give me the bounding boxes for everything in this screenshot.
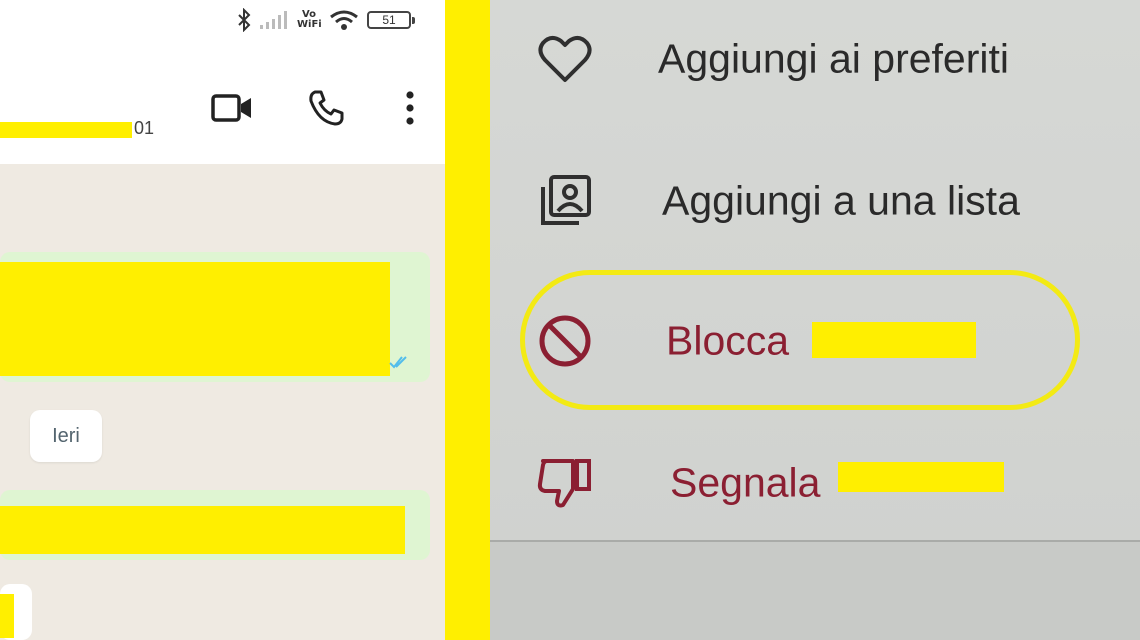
menu-item-add-to-list[interactable]: Aggiungi a una lista <box>490 146 1140 256</box>
contact-name-redaction-2 <box>838 462 1004 492</box>
heart-icon <box>530 24 600 94</box>
menu-item-label: Aggiungi ai preferiti <box>658 35 1009 82</box>
status-icons: Vo WiFi 51 <box>237 8 415 32</box>
more-options-button[interactable] <box>388 88 432 132</box>
read-tick-icon <box>389 356 407 369</box>
thumbs-down-icon <box>530 448 600 518</box>
menu-item-add-favorites[interactable]: Aggiungi ai preferiti <box>490 4 1140 114</box>
menu-item-label: Segnala <box>670 459 821 506</box>
battery-indicator: 51 <box>367 11 415 29</box>
add-to-list-icon <box>530 166 600 236</box>
chat-header: 01 <box>0 52 445 164</box>
contact-name-redaction <box>0 122 132 138</box>
bluetooth-icon <box>237 8 251 32</box>
voice-call-button[interactable] <box>304 88 348 132</box>
signal-icon <box>259 10 289 30</box>
vowifi-indicator: Vo WiFi <box>297 10 322 30</box>
phone-icon <box>307 89 345 132</box>
message-redaction-3 <box>0 594 14 638</box>
more-vert-icon <box>405 90 415 130</box>
date-chip-label: Ieri <box>52 424 80 447</box>
status-bar: Vo WiFi 51 <box>0 0 445 52</box>
contact-name-suffix: 01 <box>134 118 155 138</box>
vowifi-bottom-label: WiFi <box>297 19 322 30</box>
message-redaction <box>0 262 390 376</box>
wifi-icon <box>329 9 359 31</box>
menu-item-label: Aggiungi a una lista <box>662 177 1020 224</box>
videocam-icon <box>211 92 253 129</box>
chat-body: Ieri <box>0 164 445 640</box>
contact-options-menu: Aggiungi ai preferiti Aggiungi a una lis… <box>490 0 1140 640</box>
menu-item-label: Blocca <box>666 317 790 364</box>
screen-lower-area <box>490 542 1140 640</box>
block-icon <box>530 306 600 376</box>
date-chip: Ieri <box>30 410 102 462</box>
menu-item-report[interactable]: Segnala <box>490 428 1140 538</box>
menu-item-block[interactable]: Blocca <box>490 286 1140 396</box>
chat-screen: Vo WiFi 51 01 Ieri <box>0 0 445 640</box>
message-redaction-2 <box>0 506 405 554</box>
contact-name-redaction <box>812 322 976 358</box>
video-call-button[interactable] <box>210 88 254 132</box>
battery-level: 51 <box>382 13 396 27</box>
